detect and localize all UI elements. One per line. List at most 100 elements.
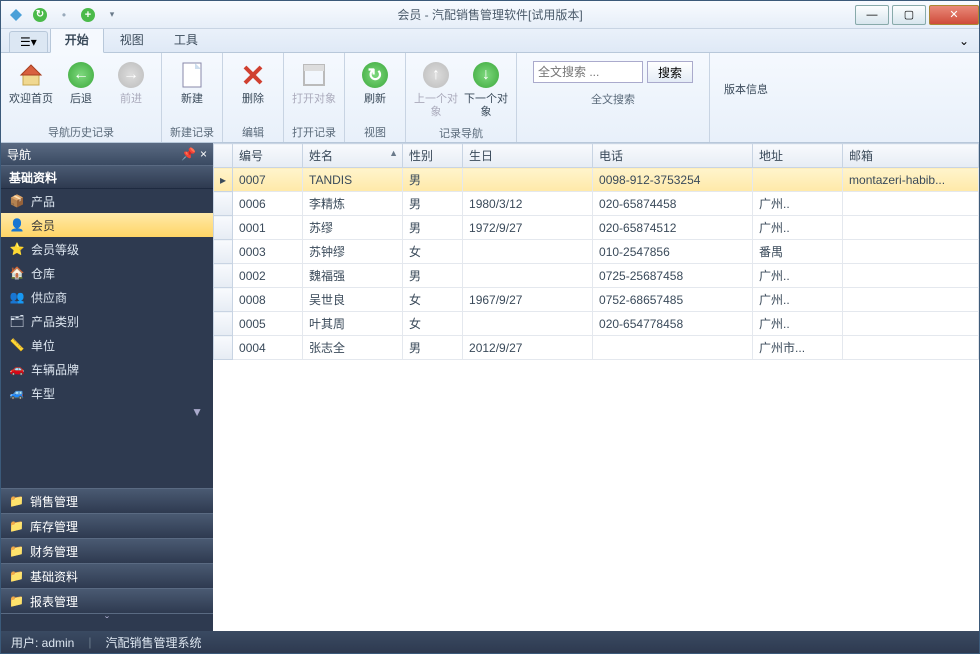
nav-section-finance[interactable]: 📁财务管理	[1, 538, 213, 563]
col-name[interactable]: 姓名▲	[303, 144, 403, 168]
nav-item-product-category[interactable]: 🗂产品类别	[1, 309, 213, 333]
nav-item-supplier[interactable]: 👥供应商	[1, 285, 213, 309]
cell-gender[interactable]: 男	[403, 264, 463, 288]
welcome-button[interactable]: 欢迎首页	[7, 55, 55, 122]
cell-birthday[interactable]: 1972/9/27	[463, 216, 593, 240]
cell-id[interactable]: 0004	[233, 336, 303, 360]
nav-section-inventory[interactable]: 📁库存管理	[1, 513, 213, 538]
nav-item-warehouse[interactable]: 🏠仓库	[1, 261, 213, 285]
cell-birthday[interactable]	[463, 240, 593, 264]
cell-name[interactable]: 叶其周	[303, 312, 403, 336]
table-row[interactable]: 0004张志全男2012/9/27广州市...	[214, 336, 979, 360]
nav-section-sales[interactable]: 📁销售管理	[1, 488, 213, 513]
nav-section-basic[interactable]: 📁基础资料	[1, 563, 213, 588]
table-row[interactable]: 0003苏钟缪女010-2547856番禺	[214, 240, 979, 264]
cell-gender[interactable]: 女	[403, 288, 463, 312]
ribbon-minimize-icon[interactable]: ⌄	[949, 30, 979, 52]
nav-category-basic[interactable]: 基础资料	[1, 165, 213, 189]
col-email[interactable]: 邮箱	[843, 144, 979, 168]
cell-email[interactable]	[843, 288, 979, 312]
cell-address[interactable]: 广州..	[753, 264, 843, 288]
nav-item-member-level[interactable]: ⭐会员等级	[1, 237, 213, 261]
cell-gender[interactable]: 男	[403, 168, 463, 192]
pin-icon[interactable]: 📌	[181, 147, 196, 161]
nav-item-vehicle-brand[interactable]: 🚗车辆品牌	[1, 357, 213, 381]
cell-phone[interactable]: 020-65874512	[593, 216, 753, 240]
cell-birthday[interactable]: 1980/3/12	[463, 192, 593, 216]
search-button[interactable]: 搜索	[647, 61, 693, 83]
col-id[interactable]: 编号	[233, 144, 303, 168]
cell-phone[interactable]	[593, 336, 753, 360]
nav-item-unit[interactable]: 📏单位	[1, 333, 213, 357]
prev-object-button[interactable]: ↑ 上一个对象	[412, 55, 460, 123]
nav-scroll-down[interactable]: ▼	[1, 405, 213, 419]
cell-birthday[interactable]: 2012/9/27	[463, 336, 593, 360]
cell-phone[interactable]: 0098-912-3753254	[593, 168, 753, 192]
table-row[interactable]: 0002魏福强男 0725-25687458广州..	[214, 264, 979, 288]
cell-address[interactable]	[753, 168, 843, 192]
refresh-button[interactable]: ↻ 刷新	[351, 55, 399, 122]
forward-button[interactable]: → 前进	[107, 55, 155, 122]
cell-gender[interactable]: 女	[403, 312, 463, 336]
cell-name[interactable]: 李精炼	[303, 192, 403, 216]
nav-collapse-button[interactable]: ˇ	[1, 613, 213, 631]
cell-phone[interactable]: 010-2547856	[593, 240, 753, 264]
refresh-icon[interactable]: ↻	[31, 6, 49, 24]
cell-phone[interactable]: 0725-25687458	[593, 264, 753, 288]
cell-name[interactable]: 苏钟缪	[303, 240, 403, 264]
tab-view[interactable]: 视图	[106, 27, 158, 52]
cell-email[interactable]	[843, 216, 979, 240]
cell-id[interactable]: 0007	[233, 168, 303, 192]
file-menu-button[interactable]: ☰▾	[9, 31, 48, 52]
cell-name[interactable]: 魏福强	[303, 264, 403, 288]
open-object-button[interactable]: 打开对象	[290, 55, 338, 122]
table-row[interactable]: 0005叶其周女020-654778458广州..	[214, 312, 979, 336]
tab-start[interactable]: 开始	[50, 26, 104, 53]
cell-birthday[interactable]	[463, 312, 593, 336]
back-button[interactable]: ← 后退	[57, 55, 105, 122]
cell-name[interactable]: 吴世良	[303, 288, 403, 312]
table-row[interactable]: 0006李精炼男1980/3/12020-65874458广州..	[214, 192, 979, 216]
cell-id[interactable]: 0001	[233, 216, 303, 240]
cell-email[interactable]	[843, 240, 979, 264]
cell-name[interactable]: TANDIS	[303, 168, 403, 192]
nav-item-product[interactable]: 📦产品	[1, 189, 213, 213]
version-info-button[interactable]: 版本信息	[716, 55, 776, 126]
cell-gender[interactable]: 男	[403, 216, 463, 240]
nav-section-report[interactable]: 📁报表管理	[1, 588, 213, 613]
next-object-button[interactable]: ↓ 下一个对象	[462, 55, 510, 123]
col-phone[interactable]: 电话	[593, 144, 753, 168]
delete-button[interactable]: 删除	[229, 55, 277, 122]
cell-email[interactable]: montazeri-habib...	[843, 168, 979, 192]
cell-email[interactable]	[843, 192, 979, 216]
cell-gender[interactable]: 男	[403, 336, 463, 360]
nav-item-vehicle-model[interactable]: 🚙车型	[1, 381, 213, 405]
cell-email[interactable]	[843, 336, 979, 360]
cell-id[interactable]: 0002	[233, 264, 303, 288]
nav-close-icon[interactable]: ×	[200, 147, 207, 161]
cell-email[interactable]	[843, 312, 979, 336]
cell-phone[interactable]: 020-654778458	[593, 312, 753, 336]
qat-dropdown-icon[interactable]: ▾	[103, 6, 121, 24]
cell-birthday[interactable]: 1967/9/27	[463, 288, 593, 312]
col-address[interactable]: 地址	[753, 144, 843, 168]
col-gender[interactable]: 性别	[403, 144, 463, 168]
tab-tools[interactable]: 工具	[160, 27, 212, 52]
cell-birthday[interactable]	[463, 264, 593, 288]
cell-address[interactable]: 广州..	[753, 192, 843, 216]
cell-id[interactable]: 0003	[233, 240, 303, 264]
cell-id[interactable]: 0006	[233, 192, 303, 216]
cell-gender[interactable]: 男	[403, 192, 463, 216]
cell-address[interactable]: 广州..	[753, 216, 843, 240]
cell-address[interactable]: 番禺	[753, 240, 843, 264]
cell-id[interactable]: 0005	[233, 312, 303, 336]
close-button[interactable]: ✕	[929, 5, 979, 25]
table-row[interactable]: ▸0007TANDIS男0098-912-3753254montazeri-ha…	[214, 168, 979, 192]
cell-birthday[interactable]	[463, 168, 593, 192]
search-input[interactable]	[533, 61, 643, 83]
cell-email[interactable]	[843, 264, 979, 288]
table-row[interactable]: 0008吴世良女1967/9/270752-68657485广州..	[214, 288, 979, 312]
cell-name[interactable]: 张志全	[303, 336, 403, 360]
nav-item-member[interactable]: 👤会员	[1, 213, 213, 237]
add-icon[interactable]: +	[79, 6, 97, 24]
